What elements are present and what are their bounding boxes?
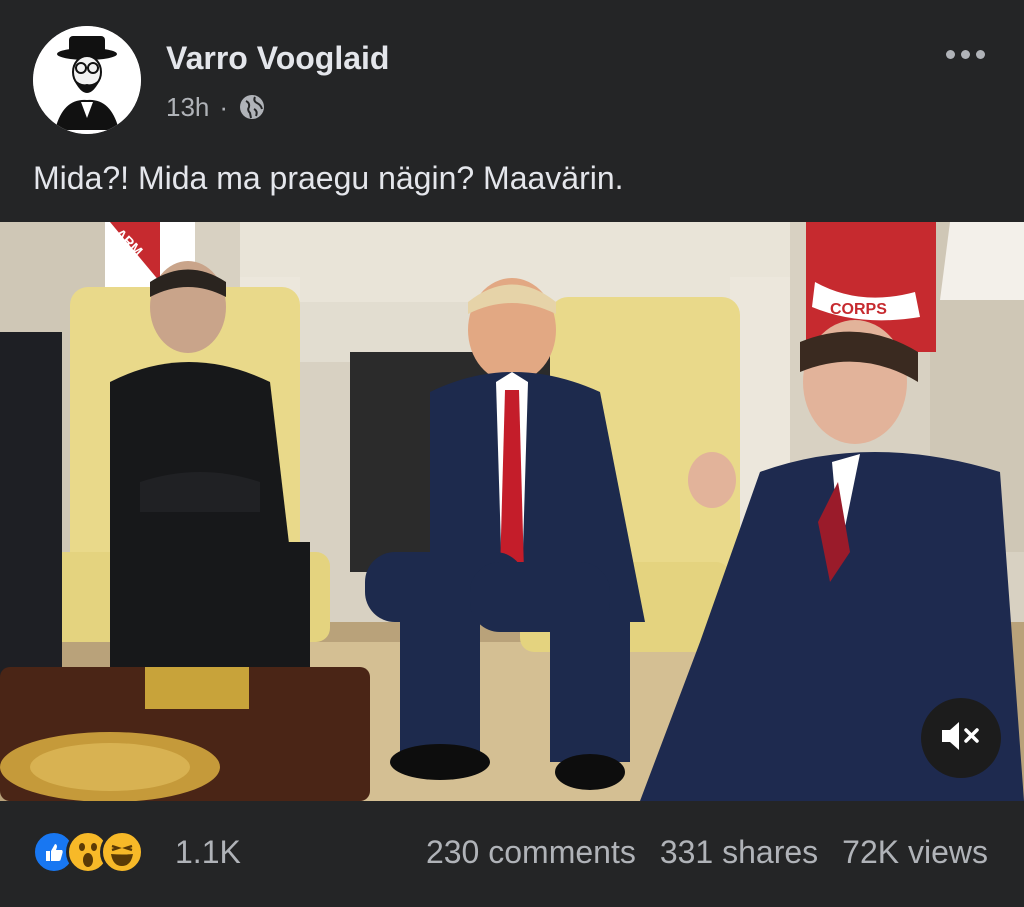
- author-avatar[interactable]: [33, 26, 141, 134]
- comments-count[interactable]: 230 comments: [426, 834, 636, 871]
- avatar-illustration: [33, 26, 141, 134]
- post-text: Mida?! Mida ma praegu nägin? Maavärin.: [33, 160, 624, 196]
- haha-icon: [100, 830, 144, 874]
- more-dot-icon: [960, 49, 970, 59]
- more-dot-icon: [975, 49, 985, 59]
- views-count: 72K views: [842, 834, 988, 870]
- more-dot-icon: [945, 49, 955, 59]
- video-player[interactable]: ARM CORPS: [0, 222, 1024, 801]
- shares-count[interactable]: 331 shares: [660, 834, 818, 871]
- meta-separator: ·: [219, 91, 229, 122]
- speaker-muted-icon: [939, 718, 983, 759]
- reactions-summary[interactable]: [32, 828, 144, 876]
- globe-icon: [238, 93, 266, 121]
- post-header: Varro Vooglaid 13h ·: [0, 0, 1024, 140]
- post-meta: 13h ·: [166, 90, 266, 124]
- author-name[interactable]: Varro Vooglaid: [166, 40, 389, 77]
- reaction-count[interactable]: 1.1K: [175, 834, 241, 871]
- post-time[interactable]: 13h: [166, 92, 209, 123]
- post-stats: 230 comments 331 shares 72K views: [426, 834, 988, 871]
- mute-toggle-button[interactable]: [921, 698, 1001, 778]
- more-options-button[interactable]: [938, 36, 992, 72]
- video-frame: ARM CORPS: [0, 222, 1024, 801]
- flag-right-text: CORPS: [830, 301, 887, 318]
